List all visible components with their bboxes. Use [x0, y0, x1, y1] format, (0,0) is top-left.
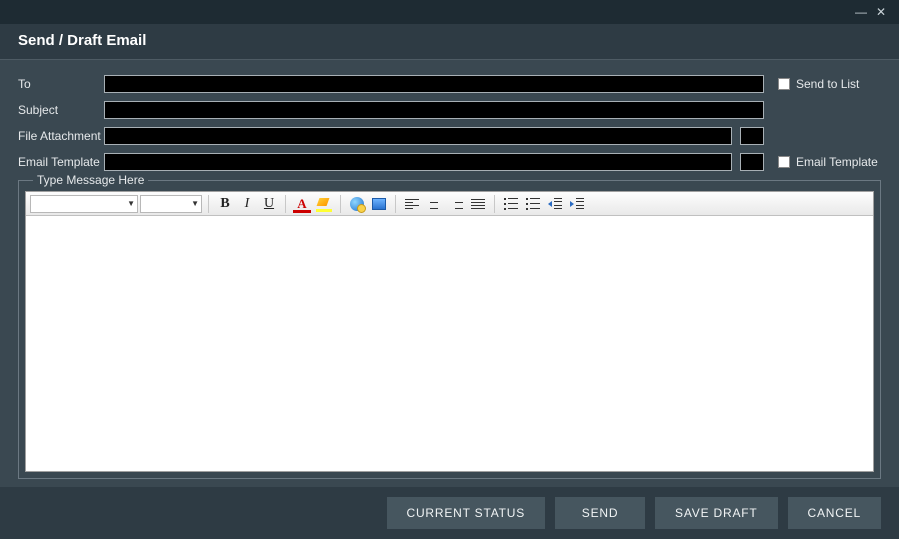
window-titlebar: — ✕ — [0, 0, 899, 24]
toolbar-separator — [285, 195, 286, 213]
row-subject: Subject — [18, 100, 881, 120]
align-justify-icon — [471, 199, 485, 209]
dialog-footer: CURRENT STATUS SEND SAVE DRAFT CANCEL — [387, 497, 882, 529]
message-group: Type Message Here ▼ ▼ B I U A — [18, 180, 881, 479]
save-draft-button[interactable]: SAVE DRAFT — [655, 497, 777, 529]
dialog-title: Send / Draft Email — [0, 24, 899, 60]
highlight-icon — [316, 196, 332, 212]
font-color-button[interactable]: A — [292, 194, 312, 214]
align-right-button[interactable] — [446, 194, 466, 214]
minimize-button[interactable]: — — [851, 2, 871, 22]
rich-text-editor: ▼ ▼ B I U A — [25, 191, 874, 472]
to-label: To — [18, 77, 104, 91]
email-template-chk-label: Email Template — [796, 155, 878, 169]
send-to-list-checkbox[interactable] — [778, 78, 790, 90]
row-attachment: File Attachment — [18, 126, 881, 146]
send-to-list-wrap: Send to List — [778, 77, 859, 91]
message-group-legend: Type Message Here — [33, 173, 148, 187]
send-to-list-label: Send to List — [796, 77, 859, 91]
subject-label: Subject — [18, 103, 104, 117]
ordered-list-button[interactable] — [501, 194, 521, 214]
to-input[interactable] — [104, 75, 764, 93]
cancel-button[interactable]: CANCEL — [788, 497, 881, 529]
image-icon — [372, 198, 386, 210]
toolbar-separator — [494, 195, 495, 213]
dropdown-icon: ▼ — [127, 199, 135, 208]
align-center-button[interactable] — [424, 194, 444, 214]
editor-toolbar: ▼ ▼ B I U A — [26, 192, 873, 216]
indent-button[interactable] — [567, 194, 587, 214]
insert-link-button[interactable] — [347, 194, 367, 214]
email-template-checkbox[interactable] — [778, 156, 790, 168]
attachment-label: File Attachment — [18, 129, 104, 143]
font-size-dropdown[interactable]: ▼ — [140, 195, 202, 213]
message-body-input[interactable] — [26, 216, 873, 471]
attachment-browse-button[interactable] — [740, 127, 764, 145]
row-template: Email Template Email Template — [18, 152, 881, 172]
font-family-dropdown[interactable]: ▼ — [30, 195, 138, 213]
insert-image-button[interactable] — [369, 194, 389, 214]
dropdown-icon: ▼ — [191, 199, 199, 208]
minimize-icon: — — [855, 5, 867, 19]
toolbar-separator — [208, 195, 209, 213]
ordered-list-icon — [504, 197, 518, 210]
template-browse-button[interactable] — [740, 153, 764, 171]
underline-button[interactable]: U — [259, 194, 279, 214]
current-status-button[interactable]: CURRENT STATUS — [387, 497, 546, 529]
outdent-icon — [548, 198, 562, 210]
toolbar-separator — [340, 195, 341, 213]
close-button[interactable]: ✕ — [871, 2, 891, 22]
close-icon: ✕ — [876, 5, 886, 19]
outdent-button[interactable] — [545, 194, 565, 214]
send-button[interactable]: SEND — [555, 497, 645, 529]
template-input[interactable] — [104, 153, 732, 171]
toolbar-separator — [395, 195, 396, 213]
align-justify-button[interactable] — [468, 194, 488, 214]
unordered-list-button[interactable] — [523, 194, 543, 214]
align-right-icon — [449, 199, 463, 209]
indent-icon — [570, 198, 584, 210]
italic-button[interactable]: I — [237, 194, 257, 214]
align-center-icon — [427, 199, 441, 209]
subject-input[interactable] — [104, 101, 764, 119]
email-template-wrap: Email Template — [778, 155, 878, 169]
row-to: To Send to List — [18, 74, 881, 94]
attachment-input[interactable] — [104, 127, 732, 145]
align-left-icon — [405, 199, 419, 209]
form-area: To Send to List Subject File Attachment … — [0, 60, 899, 487]
highlight-button[interactable] — [314, 194, 334, 214]
globe-icon — [350, 197, 364, 211]
align-left-button[interactable] — [402, 194, 422, 214]
template-label: Email Template — [18, 155, 104, 169]
bold-button[interactable]: B — [215, 194, 235, 214]
unordered-list-icon — [526, 197, 540, 210]
